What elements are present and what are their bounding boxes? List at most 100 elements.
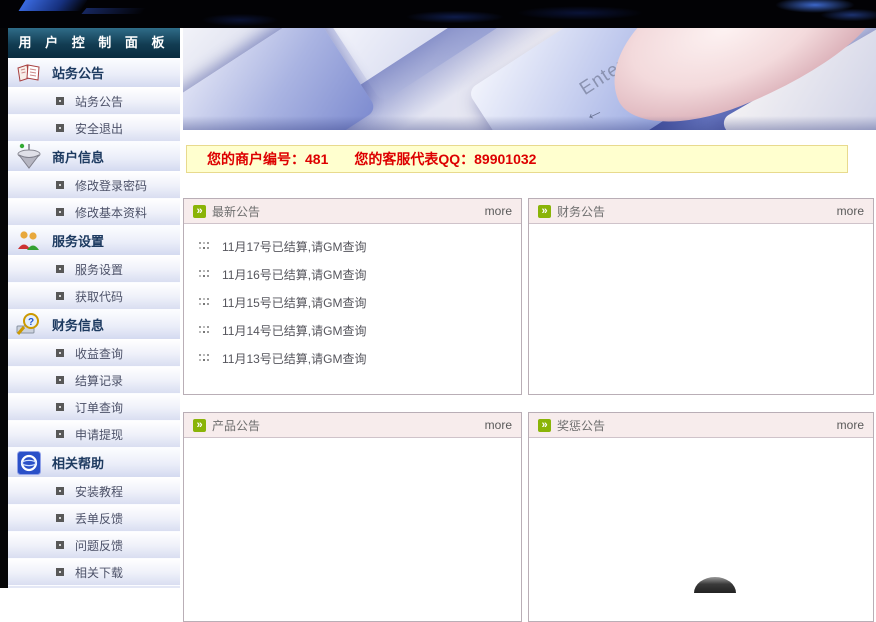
sidebar-section-label: 商户信息 xyxy=(52,147,104,166)
sidebar-item-label: 订单查询 xyxy=(75,399,123,416)
sidebar-item[interactable]: 收益查询 xyxy=(8,340,180,367)
sidebar-section-label: 财务信息 xyxy=(52,315,104,334)
sidebar-item[interactable]: 站务公告 xyxy=(8,88,180,115)
sidebar-section-label: 相关帮助 xyxy=(52,453,104,472)
announcement-item[interactable]: 11月15号已结算,请GM查询 xyxy=(184,288,521,316)
banner-bottom-shade xyxy=(183,116,876,130)
announcement-item[interactable]: 11月13号已结算,请GM查询 xyxy=(184,344,521,372)
double-chevron-icon: » xyxy=(538,419,551,432)
dotted-bullet-icon xyxy=(199,237,210,255)
sidebar-item[interactable]: 丢单反馈 xyxy=(8,505,180,532)
announcement-text: 11月17号已结算,请GM查询 xyxy=(222,238,366,255)
sidebar-item[interactable]: 相关下载 xyxy=(8,559,180,586)
dotted-bullet-icon xyxy=(199,321,210,339)
sidebar-item[interactable]: 申请提现 xyxy=(8,421,180,448)
sidebar-item-label: 问题反馈 xyxy=(75,537,123,554)
sidebar-section-4[interactable]: 相关帮助 xyxy=(8,448,180,478)
announcement-item[interactable]: 11月17号已结算,请GM查询 xyxy=(184,232,521,260)
magnifier-question-icon: ? xyxy=(12,312,46,338)
sidebar-item[interactable]: 修改登录密码 xyxy=(8,172,180,199)
sidebar-item-label: 丢单反馈 xyxy=(75,510,123,527)
sidebar-item[interactable]: 安装教程 xyxy=(8,478,180,505)
panel-header: » 财务公告 more xyxy=(529,199,873,224)
announcement-item[interactable]: 11月16号已结算,请GM查询 xyxy=(184,260,521,288)
announcement-text: 11月15号已结算,请GM查询 xyxy=(222,294,366,311)
square-bullet-icon xyxy=(56,265,64,273)
merchant-id-label: 您的商户编号： xyxy=(207,149,305,169)
sidebar-item[interactable]: 结算记录 xyxy=(8,367,180,394)
sidebar-menu: 站务公告站务公告安全退出商户信息修改登录密码修改基本资料服务设置服务设置获取代码… xyxy=(8,58,180,586)
merchant-notice-bar: 您的商户编号： 481 您的客服代表QQ： 89901032 xyxy=(186,145,848,173)
left-edge-strip xyxy=(0,28,8,588)
merchant-id-value: 481 xyxy=(305,151,328,167)
square-bullet-icon xyxy=(56,349,64,357)
spinning-top-icon xyxy=(12,144,46,170)
square-bullet-icon xyxy=(56,514,64,522)
dotted-bullet-icon xyxy=(199,293,210,311)
sidebar-item-label: 修改登录密码 xyxy=(75,177,147,194)
people-icon xyxy=(12,228,46,254)
square-bullet-icon xyxy=(56,376,64,384)
sidebar-item-label: 修改基本资料 xyxy=(75,204,147,221)
panel-header: » 最新公告 more xyxy=(184,199,521,224)
dotted-bullet-icon xyxy=(199,349,210,367)
sidebar-item-label: 获取代码 xyxy=(75,288,123,305)
more-link[interactable]: more xyxy=(837,204,864,218)
more-link[interactable]: more xyxy=(837,418,864,432)
panel-finance-announcements: » 财务公告 more xyxy=(528,198,874,395)
globe-icon xyxy=(12,450,46,476)
sidebar-section-label: 服务设置 xyxy=(52,231,104,250)
sidebar-item[interactable]: 订单查询 xyxy=(8,394,180,421)
sidebar-item-label: 相关下载 xyxy=(75,564,123,581)
keyboard-banner-image: Enter ← xyxy=(183,28,876,130)
sidebar-title: 用 户 控 制 面 板 xyxy=(8,28,180,58)
more-link[interactable]: more xyxy=(485,204,512,218)
svg-text:?: ? xyxy=(28,317,34,328)
square-bullet-icon xyxy=(56,568,64,576)
double-chevron-icon: » xyxy=(193,419,206,432)
square-bullet-icon xyxy=(56,403,64,411)
square-bullet-icon xyxy=(56,181,64,189)
sidebar-item[interactable]: 服务设置 xyxy=(8,256,180,283)
sidebar-section-0[interactable]: 站务公告 xyxy=(8,58,180,88)
double-chevron-icon: » xyxy=(538,205,551,218)
panel-title: 奖惩公告 xyxy=(557,417,605,434)
sidebar-item[interactable]: 获取代码 xyxy=(8,283,180,310)
blue-streak-decor xyxy=(19,0,88,11)
announcement-text: 11月14号已结算,请GM查询 xyxy=(222,322,366,339)
sidebar-item-label: 收益查询 xyxy=(75,345,123,362)
main-content: Enter ← 您的商户编号： 481 您的客服代表QQ： 89901032 »… xyxy=(183,28,876,588)
square-bullet-icon xyxy=(56,292,64,300)
service-qq-label: 您的客服代表QQ： xyxy=(354,149,474,169)
sidebar-item-label: 安装教程 xyxy=(75,483,123,500)
panel-header: » 奖惩公告 more xyxy=(529,413,873,438)
sidebar-item-label: 安全退出 xyxy=(75,120,123,137)
sidebar-item[interactable]: 修改基本资料 xyxy=(8,199,180,226)
square-bullet-icon xyxy=(56,208,64,216)
sidebar-item-label: 申请提现 xyxy=(75,426,123,443)
sidebar-item-label: 服务设置 xyxy=(75,261,123,278)
sidebar-section-2[interactable]: 服务设置 xyxy=(8,226,180,256)
sidebar-section-label: 站务公告 xyxy=(52,63,104,82)
more-link[interactable]: more xyxy=(485,418,512,432)
blue-streak-decor-2 xyxy=(81,8,146,14)
panel-body: 11月17号已结算,请GM查询 11月16号已结算,请GM查询 11月15号已结算,… xyxy=(184,224,521,372)
panel-product-announcements: » 产品公告 more xyxy=(183,412,522,622)
announcement-text: 11月16号已结算,请GM查询 xyxy=(222,266,366,283)
sidebar-item-label: 站务公告 xyxy=(75,93,123,110)
sidebar-item-label: 结算记录 xyxy=(75,372,123,389)
square-bullet-icon xyxy=(56,124,64,132)
sidebar-section-1[interactable]: 商户信息 xyxy=(8,142,180,172)
sidebar-section-3[interactable]: ? 财务信息 xyxy=(8,310,180,340)
sidebar-item[interactable]: 安全退出 xyxy=(8,115,180,142)
panel-title: 最新公告 xyxy=(212,203,260,220)
announcement-item[interactable]: 11月14号已结算,请GM查询 xyxy=(184,316,521,344)
top-black-banner xyxy=(0,0,876,28)
panel-title: 财务公告 xyxy=(557,203,605,220)
service-qq-value: 89901032 xyxy=(474,151,536,167)
books-icon xyxy=(12,60,46,86)
panel-body xyxy=(529,224,873,232)
square-bullet-icon xyxy=(56,541,64,549)
sidebar-item[interactable]: 问题反馈 xyxy=(8,532,180,559)
double-chevron-icon: » xyxy=(193,205,206,218)
